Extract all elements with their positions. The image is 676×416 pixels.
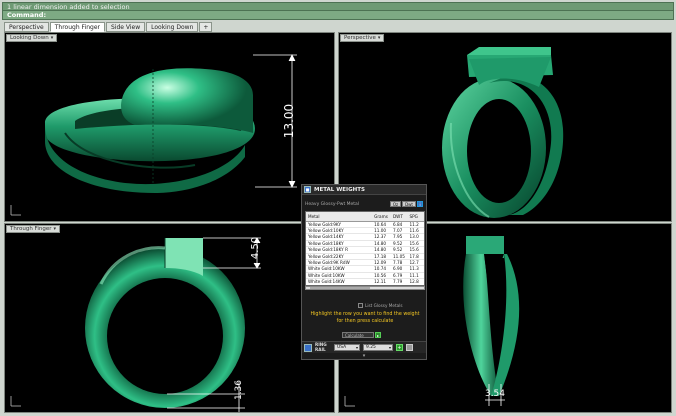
table-header-row: Metal Grams DWT SPG — [306, 212, 424, 222]
column-header[interactable]: Metal — [306, 212, 373, 222]
chevron-down-icon: ▾ — [50, 35, 54, 41]
viewport-tabs: Perspective Through Finger Side View Loo… — [4, 22, 213, 32]
collapse-grip-icon[interactable]: ▾ — [360, 354, 368, 359]
ring-front-view: 4.50 1.36 — [10, 237, 261, 412]
ring-size-select[interactable]: 9.25 ▾ — [363, 344, 393, 351]
axis-triad-icon — [10, 205, 21, 216]
viewport-label-looking-down[interactable]: Looking Down ▾ — [6, 34, 58, 42]
table-scrollbar[interactable] — [305, 286, 425, 290]
tab-side-view[interactable]: Side View — [106, 22, 146, 32]
viewport-label-through-finger[interactable]: Through Finger ▾ — [6, 225, 60, 233]
command-history: 1 linear dimension added to selection — [2, 2, 674, 11]
dimension-label-13: 13.00 — [282, 104, 296, 138]
axis-triad-icon — [10, 396, 21, 407]
viewport-label-perspective[interactable]: Perspective ▾ — [340, 34, 385, 42]
glossy-metals-toggle[interactable]: List Glossy Metals — [358, 303, 403, 308]
oz-button[interactable]: Oz — [389, 201, 402, 207]
unit-buttons: Oz Dwt i — [389, 201, 423, 207]
column-header[interactable]: Grams — [372, 212, 391, 222]
dimension-label-450: 4.50 — [250, 237, 261, 259]
table-cell: 11.05 — [390, 253, 408, 260]
chevron-down-icon: ▾ — [53, 226, 56, 232]
apply-size-button[interactable]: + — [396, 344, 403, 351]
ring-label-line: RAIL — [315, 346, 326, 352]
dimension-label-136: 1.36 — [234, 380, 244, 400]
dwt-button[interactable]: Dwt — [402, 201, 416, 207]
viewport-label-text: Perspective — [344, 35, 376, 41]
tab-through-finger[interactable]: Through Finger — [49, 22, 105, 32]
rhino-app-window: 1 linear dimension added to selection Co… — [0, 0, 676, 416]
viewport-through-finger[interactable]: Through Finger ▾ 4.50 1.36 — [4, 223, 335, 413]
tab-perspective[interactable]: Perspective — [4, 22, 49, 32]
panel-title: METAL WEIGHTS — [314, 186, 365, 193]
panel-header[interactable]: ■ METAL WEIGHTS — [302, 185, 426, 195]
size-value: 9.25 — [366, 345, 376, 350]
column-header[interactable]: SPG — [407, 212, 424, 222]
panel-subheader: Heavy Glossy-Pwt Metal Oz Dwt i — [302, 199, 426, 209]
country-select[interactable]: USA ▾ — [334, 344, 360, 351]
instruction-line: for then press calculate — [336, 318, 394, 324]
chevron-down-icon: ▾ — [388, 345, 391, 350]
command-prompt[interactable]: Command: — [2, 11, 674, 20]
chevron-down-icon: ▾ — [355, 345, 358, 350]
country-value: USA — [337, 345, 347, 350]
viewport-label-text: Through Finger — [10, 226, 52, 232]
info-button[interactable]: i — [417, 201, 423, 207]
ring-rail-label: RING RAIL — [315, 342, 331, 352]
viewport-label-text: Looking Down — [10, 35, 49, 41]
metal-weights-icon: ■ — [304, 186, 311, 193]
size-options-button[interactable] — [406, 344, 413, 351]
calculate-input[interactable]: Calculate — [342, 332, 374, 338]
instruction-line: Highlight the row you want to find the w… — [310, 312, 420, 317]
axis-triad-icon — [344, 396, 355, 407]
tab-looking-down[interactable]: Looking Down — [146, 22, 199, 32]
metal-table[interactable]: Metal Grams DWT SPG Yellow Gold:9KY 10.64… — [305, 211, 425, 286]
ring-size-row: RING RAIL USA ▾ 9.25 ▾ + — [302, 341, 426, 353]
dimension-label-354: 3.54 — [485, 389, 505, 399]
instruction-text: Highlight the row you want to find the w… — [306, 312, 424, 325]
chevron-down-icon: ▾ — [377, 35, 381, 41]
column-header[interactable]: DWT — [390, 212, 408, 222]
metal-table-body: Yellow Gold:9KY 10.64 6.84 11.2 Yellow Gold:… — [306, 221, 424, 285]
calculate-button[interactable]: ▸ — [375, 332, 381, 338]
checkbox[interactable] — [358, 303, 363, 308]
metal-weights-panel[interactable]: ■ METAL WEIGHTS Heavy Glossy-Pwt Metal O… — [301, 184, 427, 360]
ring-icon — [304, 343, 312, 352]
metal-set-label: Heavy Glossy-Pwt Metal — [305, 201, 360, 207]
add-tab-button[interactable]: + — [199, 22, 213, 32]
scrollbar-thumb[interactable] — [310, 287, 370, 289]
viewport-looking-down[interactable]: Looking Down ▾ 13.00 — [4, 32, 335, 222]
ring-top-view: 13.00 — [10, 54, 297, 216]
checkbox-label: List Glossy Metals — [365, 303, 403, 308]
calculate-row: Calculate ▸ — [342, 332, 381, 338]
